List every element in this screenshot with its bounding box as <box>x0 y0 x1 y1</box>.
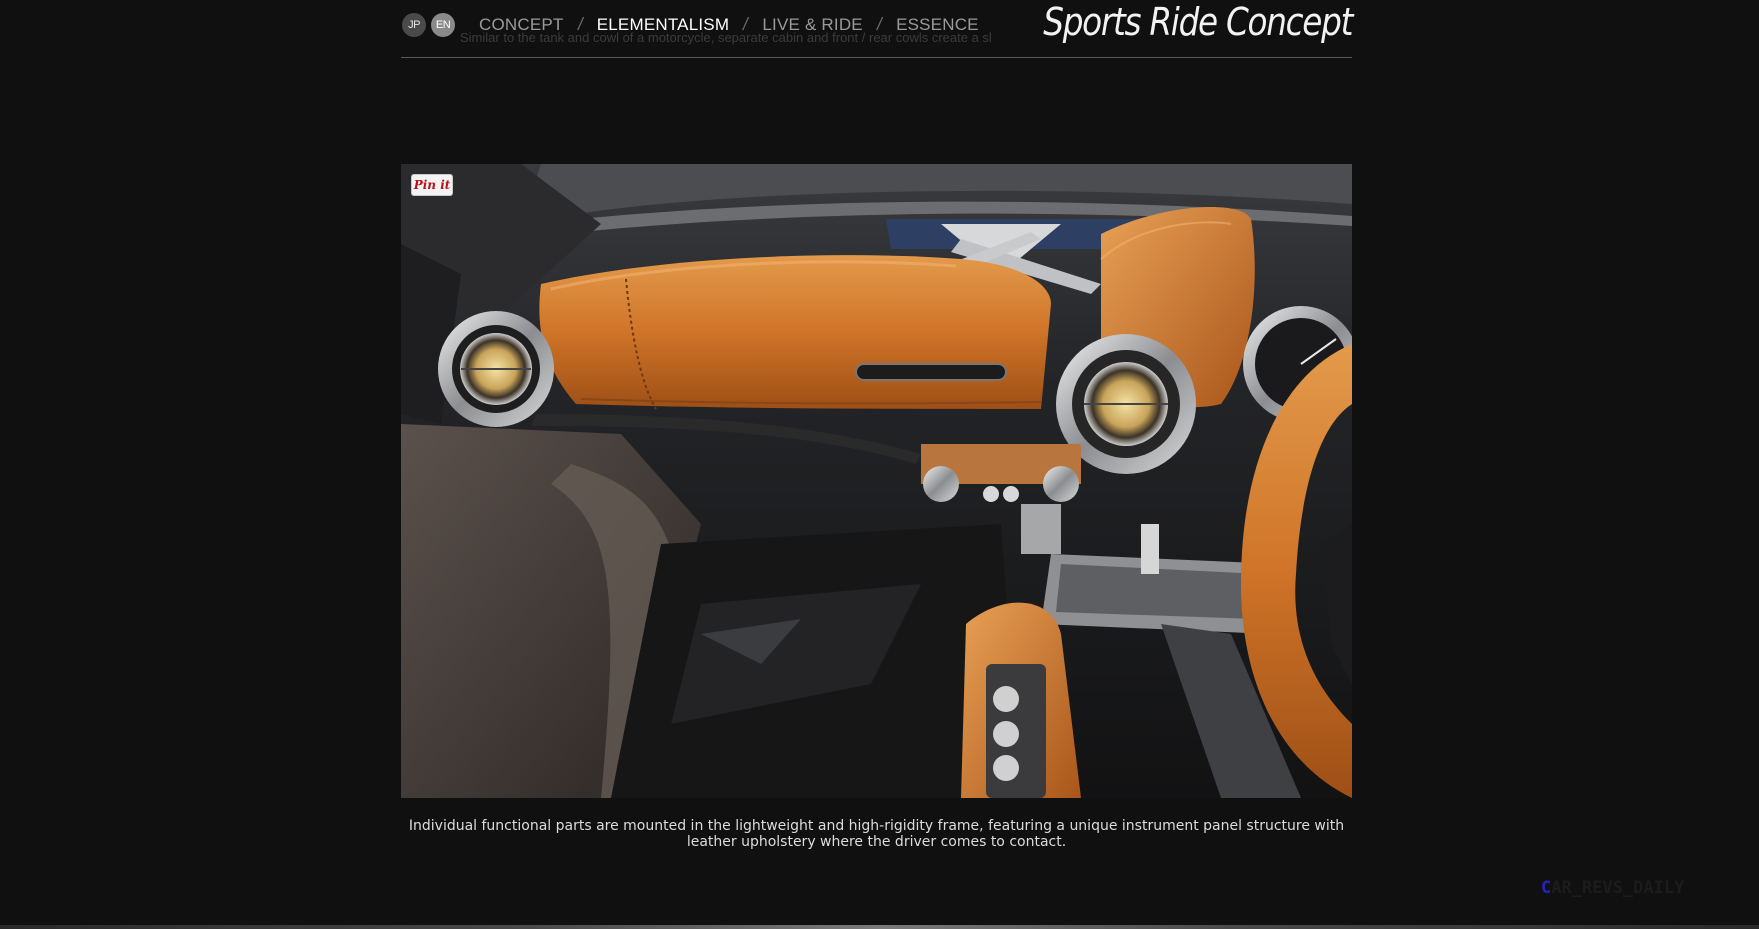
main-nav: CONCEPT / ELEMENTALISM / LIVE & RIDE / E… <box>479 14 979 35</box>
brand-logo: Sports Ride Concept <box>1043 0 1353 44</box>
nav-separator: / <box>875 14 884 34</box>
interior-illustration <box>401 164 1352 798</box>
interior-photo: Pin it <box>401 164 1352 798</box>
nav-essence[interactable]: ESSENCE <box>896 15 979 35</box>
watermark-initial: C <box>1541 878 1552 898</box>
language-jp-button[interactable]: JP <box>402 13 426 37</box>
language-en-button[interactable]: EN <box>431 13 455 37</box>
photo-caption: Individual functional parts are mounted … <box>408 818 1345 850</box>
nav-elementalism[interactable]: ELEMENTALISM <box>597 15 729 35</box>
watermark-rest: AR_REVS_DAILY <box>1551 878 1685 898</box>
nav-live-and-ride[interactable]: LIVE & RIDE <box>762 15 862 35</box>
page: JP EN Similar to the tank and cowl of a … <box>0 0 1759 929</box>
nav-concept[interactable]: CONCEPT <box>479 15 564 35</box>
watermark: CAR_REVS_DAILY <box>1541 878 1684 898</box>
pin-it-button[interactable]: Pin it <box>411 174 453 196</box>
header: JP EN Similar to the tank and cowl of a … <box>401 0 1353 58</box>
nav-separator: / <box>575 14 585 34</box>
bottom-strip <box>0 925 1759 929</box>
nav-separator: / <box>741 14 751 34</box>
